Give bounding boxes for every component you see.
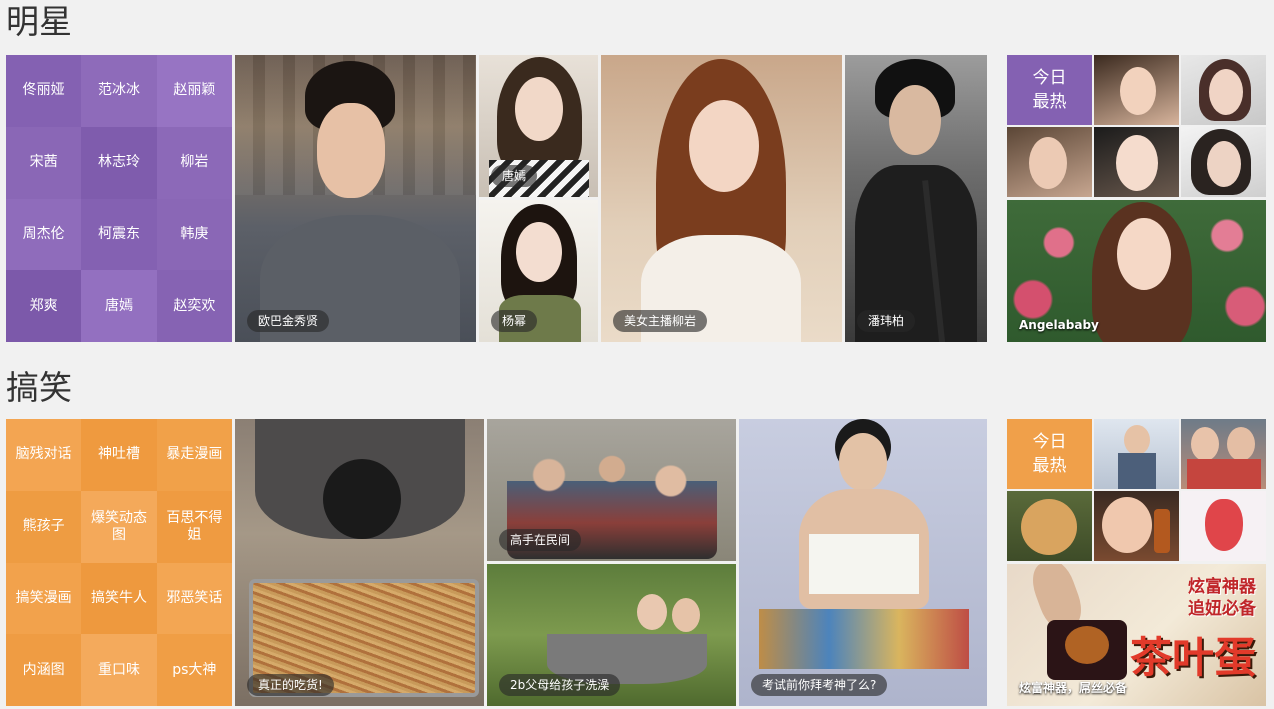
- today-hottest-line1: 今日: [1032, 68, 1067, 88]
- photo-figure-dog: [1021, 499, 1077, 555]
- photo-figure-child: [637, 594, 667, 630]
- hot-thumb[interactable]: [1094, 419, 1179, 489]
- stars-category-item[interactable]: 周杰伦: [6, 198, 82, 271]
- hot-thumb[interactable]: [1181, 491, 1266, 561]
- funny-category-item[interactable]: 百思不得姐: [156, 490, 232, 563]
- hot-thumb[interactable]: [1007, 491, 1092, 561]
- stars-category-item[interactable]: 范冰冰: [81, 55, 157, 127]
- photo-tile-angelababy[interactable]: Angelababy: [1007, 200, 1266, 342]
- funny-category-item[interactable]: 搞笑牛人: [81, 562, 157, 635]
- photo-caption: Angelababy: [1019, 318, 1099, 332]
- stars-category-item[interactable]: 林志玲: [81, 126, 157, 199]
- promo-big-text: 茶叶蛋: [1129, 633, 1256, 682]
- photo-tile-kim-soo-hyun[interactable]: 欧巴金秀贤: [235, 55, 476, 342]
- funny-category-item[interactable]: 爆笑动态图: [81, 490, 157, 563]
- section-title-funny: 搞笑: [6, 368, 72, 407]
- funny-category-item[interactable]: 暴走漫画: [156, 419, 232, 491]
- funny-category-item[interactable]: 搞笑漫画: [6, 562, 82, 635]
- photo-caption: 欧巴金秀贤: [247, 310, 330, 332]
- stars-category-item[interactable]: 唐嫣: [81, 270, 157, 342]
- photo-caption: 炫富神器，屌丝必备: [1019, 681, 1128, 695]
- hot-thumb[interactable]: [1181, 127, 1266, 197]
- hot-thumb[interactable]: [1094, 55, 1179, 125]
- funny-category-item[interactable]: 神吐槽: [81, 419, 157, 491]
- photo-tile-yang-mi[interactable]: 杨幂: [479, 200, 598, 342]
- photo-figure-body: [1187, 459, 1261, 489]
- photo-figure-face: [317, 103, 385, 198]
- photo-bottle: [1154, 509, 1170, 553]
- photo-tile-tea-egg-promo[interactable]: 炫富神器 追妞必备 茶叶蛋 炫富神器，屌丝必备: [1007, 564, 1266, 706]
- photo-figure-face: [1029, 137, 1067, 189]
- stars-category-item[interactable]: 赵丽颖: [156, 55, 232, 127]
- stars-category-item[interactable]: 柯震东: [81, 198, 157, 271]
- stars-category-item[interactable]: 宋茜: [6, 126, 82, 199]
- photo-figure-face: [516, 222, 562, 282]
- photo-figure-face: [1207, 141, 1241, 187]
- photo-figure-baby: [1102, 497, 1152, 553]
- today-hottest-line2: 最热: [1032, 456, 1067, 476]
- photo-tile-noodle-eater[interactable]: 真正的吃货!: [235, 419, 484, 706]
- photo-figure-face: [515, 77, 563, 141]
- photo-caption: 真正的吃货!: [247, 674, 334, 696]
- funny-category-item[interactable]: 重口味: [81, 634, 157, 706]
- stars-category-item[interactable]: 赵奕欢: [156, 270, 232, 342]
- photo-caption: 高手在民间: [499, 529, 582, 551]
- photo-figure-body: [1118, 453, 1156, 489]
- hot-thumb[interactable]: [1007, 127, 1092, 197]
- funny-category-item[interactable]: 邪恶笑话: [156, 562, 232, 635]
- photo-caption: 潘玮柏: [857, 310, 916, 332]
- photo-caption: 美女主播柳岩: [613, 310, 708, 332]
- photo-caption: 杨幂: [491, 310, 538, 332]
- hot-thumb[interactable]: [1094, 127, 1179, 197]
- photo-tile-pan-weibo[interactable]: 潘玮柏: [845, 55, 987, 342]
- today-hottest-line1: 今日: [1032, 432, 1067, 452]
- photo-caption: 2b父母给孩子洗澡: [499, 674, 621, 696]
- photo-tea-egg: [1065, 626, 1109, 664]
- photo-tile-tang-yan[interactable]: 唐嫣: [479, 55, 598, 197]
- stars-category-item[interactable]: 韩庚: [156, 198, 232, 271]
- today-hottest-line2: 最热: [1032, 92, 1067, 112]
- photo-offerings-table: [759, 609, 969, 669]
- photo-tile-family-bike[interactable]: 高手在民间: [487, 419, 736, 561]
- photo-tile-kids-bath[interactable]: 2b父母给孩子洗澡: [487, 564, 736, 706]
- photo-caption: 唐嫣: [491, 165, 538, 187]
- photo-tile-liu-yan[interactable]: 美女主播柳岩: [601, 55, 842, 342]
- photo-figure-face: [889, 85, 941, 155]
- photo-figure-face: [1209, 69, 1243, 115]
- today-hottest-stars[interactable]: 今日 最热: [1007, 55, 1092, 125]
- funny-category-item[interactable]: ps大神: [156, 634, 232, 706]
- photo-figure-face: [1124, 425, 1150, 455]
- hot-thumb[interactable]: [1094, 491, 1179, 561]
- stars-category-item[interactable]: 佟丽娅: [6, 55, 82, 127]
- photo-tile-exam-god[interactable]: 考试前你拜考神了么?: [739, 419, 987, 706]
- funny-category-item[interactable]: 脑残对话: [6, 419, 82, 491]
- photo-figure-face: [1227, 427, 1255, 461]
- today-hottest-funny[interactable]: 今日 最热: [1007, 419, 1092, 489]
- photo-paper-sign: [809, 534, 919, 594]
- photo-figure-face: [1191, 427, 1219, 461]
- stars-category-item[interactable]: 柳岩: [156, 126, 232, 199]
- promo-line2: 追妞必备: [1188, 599, 1256, 619]
- photo-figure-face: [1120, 67, 1156, 115]
- funny-category-item[interactable]: 内涵图: [6, 634, 82, 706]
- photo-figure-child: [672, 598, 700, 632]
- funny-category-grid: 脑残对话 神吐槽 暴走漫画 熊孩子 爆笑动态图 百思不得姐 搞笑漫画 搞笑牛人 …: [6, 419, 232, 706]
- stars-category-grid: 佟丽娅 范冰冰 赵丽颖 宋茜 林志玲 柳岩 周杰伦 柯震东 韩庚 郑爽 唐嫣 赵…: [6, 55, 232, 342]
- photo-figure-face: [1116, 135, 1158, 191]
- funny-category-item[interactable]: 熊孩子: [6, 490, 82, 563]
- photo-figure-face: [689, 100, 759, 192]
- stars-category-item[interactable]: 郑爽: [6, 270, 82, 342]
- section-title-stars: 明星: [6, 2, 72, 41]
- photo-figure-head: [323, 459, 401, 539]
- photo-figure-cartoon: [1205, 499, 1243, 551]
- photo-figure-face: [839, 433, 887, 491]
- photo-figure-face: [1117, 218, 1171, 290]
- photo-caption: 考试前你拜考神了么?: [751, 674, 888, 696]
- hot-thumb[interactable]: [1181, 419, 1266, 489]
- hot-thumb[interactable]: [1181, 55, 1266, 125]
